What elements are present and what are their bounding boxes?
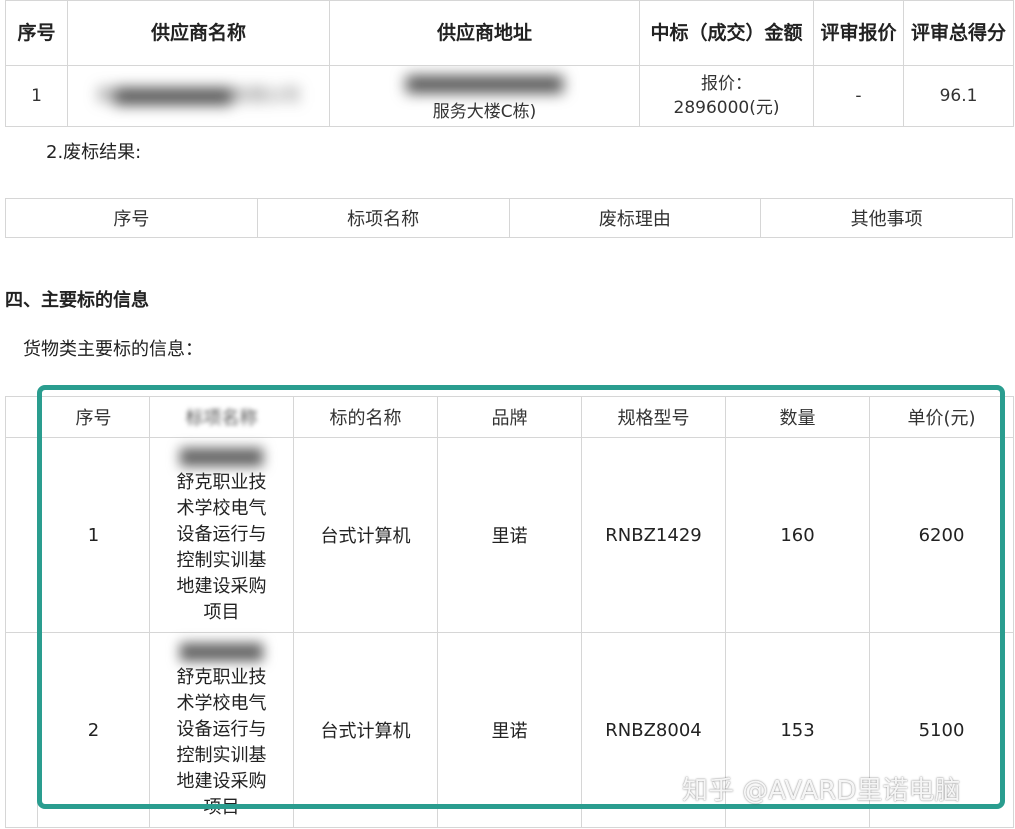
address-cell: ▇▇▇▇▇▇▇▇▇▇▇▇ 服务大楼C栋) [330, 66, 639, 126]
header-review-price: 评审报价 [813, 0, 904, 66]
header-winning-amount: 中标（成交）金额 [639, 0, 814, 66]
table-row: 1 新▇▇▇▇▇▇▇▇▇有限公司 ▇▇▇▇▇▇▇▇▇▇▇▇ 服务大楼C栋) 报价… [5, 65, 1014, 127]
redacted-text: 新▇▇▇▇▇▇▇▇▇有限公司 [97, 86, 300, 106]
header-supplier-address: 供应商地址 [329, 0, 640, 66]
review-price: - [813, 65, 904, 127]
header-other-matters: 其他事项 [760, 198, 1013, 238]
left-margin-cell [5, 437, 38, 633]
goods-info-label: 货物类主要标的信息： [23, 339, 203, 360]
winning-result-table: 序号 供应商名称 供应商地址 中标（成交）金额 评审报价 评审总得分 1 新▇▇… [5, 0, 1014, 127]
header-failure-reason: 废标理由 [508, 198, 762, 238]
header-index: 序号 [5, 0, 68, 66]
header-lot-name: 标项名称 [256, 198, 510, 238]
table-header-row: 序号 供应商名称 供应商地址 中标（成交）金额 评审报价 评审总得分 [5, 0, 1014, 66]
left-margin-cell [5, 632, 38, 828]
watermark-text: 知乎 @AVARD里诺电脑 [682, 776, 961, 806]
address-visible-text: 服务大楼C栋) [432, 102, 537, 122]
header-review-score: 评审总得分 [903, 0, 1014, 66]
supplier-address: ▇▇▇▇▇▇▇▇▇▇▇▇ 服务大楼C栋) [329, 65, 640, 127]
row-index: 1 [5, 65, 68, 127]
failed-bid-table: 序号 标项名称 废标理由 其他事项 [5, 198, 1013, 238]
winning-amount: 报价：2896000(元) [639, 65, 814, 127]
section-heading: 四、主要标的信息 [5, 290, 149, 311]
review-score: 96.1 [903, 65, 1014, 127]
redacted-address: ▇▇▇▇▇▇▇▇▇▇▇▇ [406, 74, 563, 94]
failed-bid-label: 2.废标结果: [46, 142, 142, 163]
left-margin-cell [5, 396, 38, 438]
header-supplier-name: 供应商名称 [67, 0, 330, 66]
supplier-name-redacted: 新▇▇▇▇▇▇▇▇▇有限公司 [67, 65, 330, 127]
highlight-frame [37, 385, 1005, 809]
header-index: 序号 [5, 198, 258, 238]
table-header-row: 序号 标项名称 废标理由 其他事项 [5, 198, 1013, 238]
